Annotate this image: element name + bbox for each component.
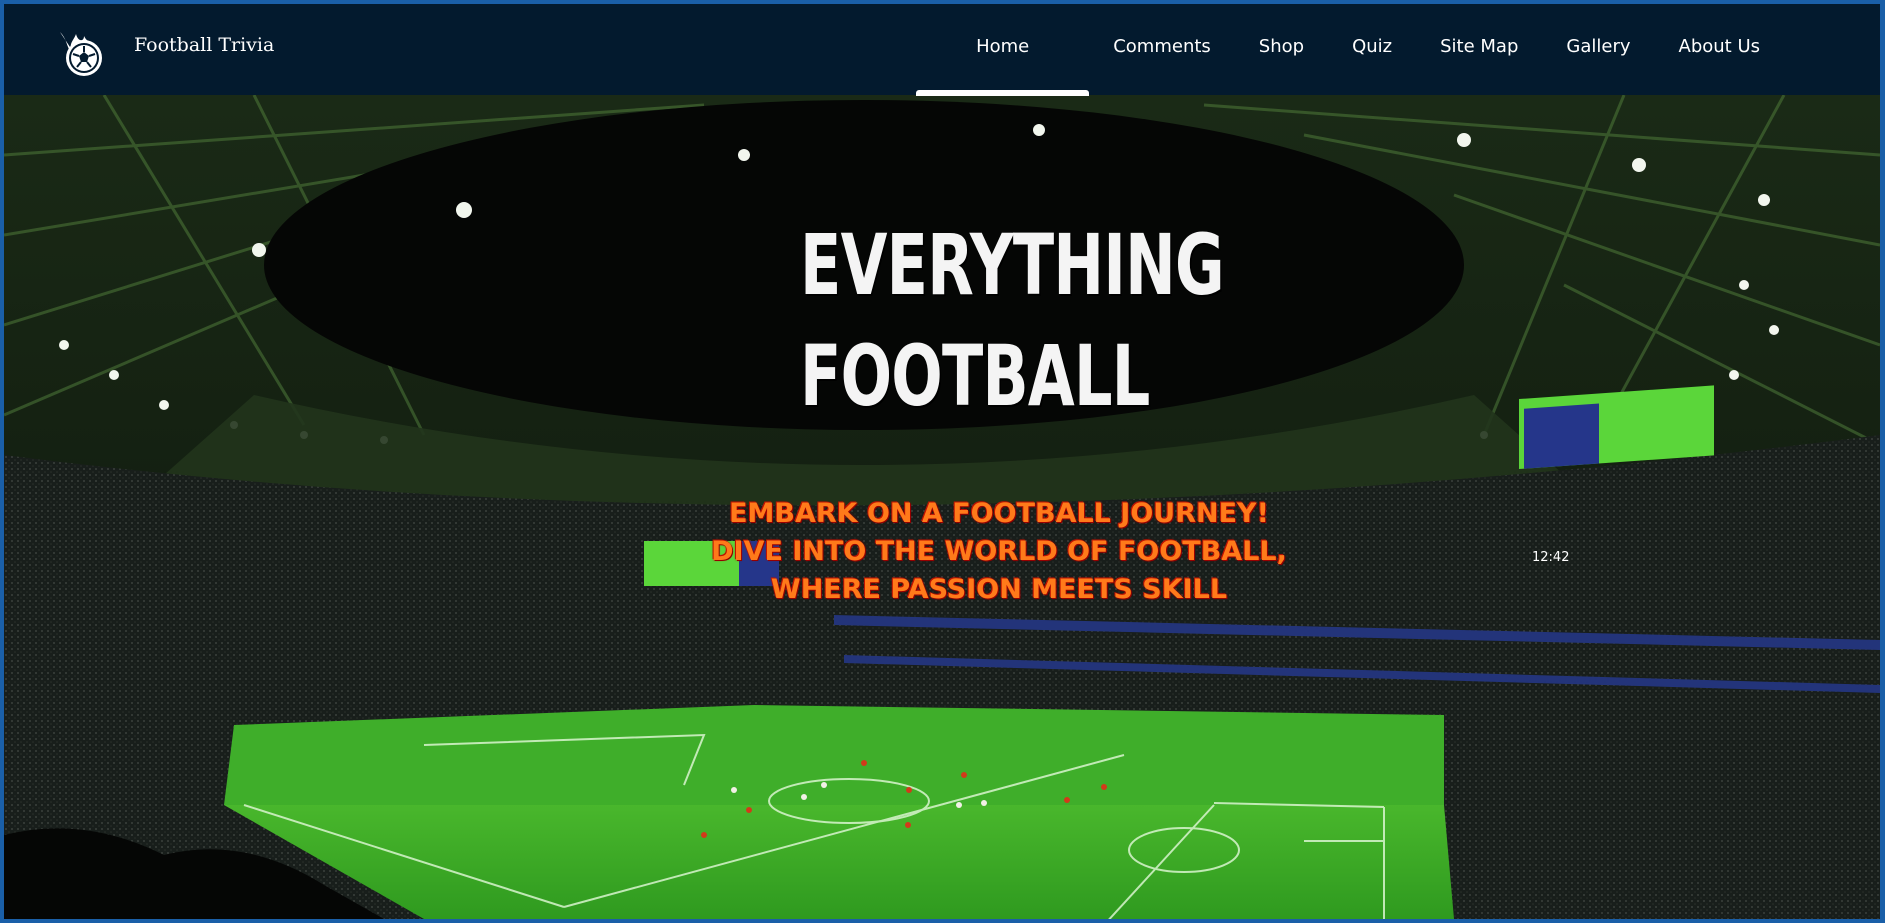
hero-banner: 12:42 EVERYTHING FOOTBALL EMBARK ON A FO… [4,95,1880,919]
site-title[interactable]: Football Trivia [134,34,274,56]
hero-tagline-line3: WHERE PASSION MEETS SKILL [770,574,1228,605]
hero-tagline-line2: DIVE INTO THE WORLD OF FOOTBALL, [711,536,1287,567]
hero-tagline: EMBARK ON A FOOTBALL JOURNEY! DIVE INTO … [634,495,1364,609]
nav-quiz[interactable]: Quiz [1328,4,1416,95]
hero-title-line2: FOOTBALL [800,327,1150,425]
hero-title-line1: EVERYTHING [800,216,1225,314]
nav-home[interactable]: Home [916,4,1090,96]
nav-gallery[interactable]: Gallery [1542,4,1654,95]
nav-site-map[interactable]: Site Map [1416,4,1542,95]
top-navbar: Football Trivia Home Comments Shop Quiz … [4,4,1880,96]
hero-tagline-line1: EMBARK ON A FOOTBALL JOURNEY! [729,498,1269,529]
scoreboard-time: 12:42 [1532,550,1569,565]
nav-comments[interactable]: Comments [1089,4,1235,95]
main-nav: Home Comments Shop Quiz Site Map Gallery… [916,4,1785,96]
nav-about-us[interactable]: About Us [1655,4,1785,95]
nav-shop[interactable]: Shop [1235,4,1328,95]
hero-title: EVERYTHING FOOTBALL [800,210,1225,432]
flaming-football-icon[interactable] [54,22,112,80]
browser-viewport: Football Trivia Home Comments Shop Quiz … [4,4,1880,919]
